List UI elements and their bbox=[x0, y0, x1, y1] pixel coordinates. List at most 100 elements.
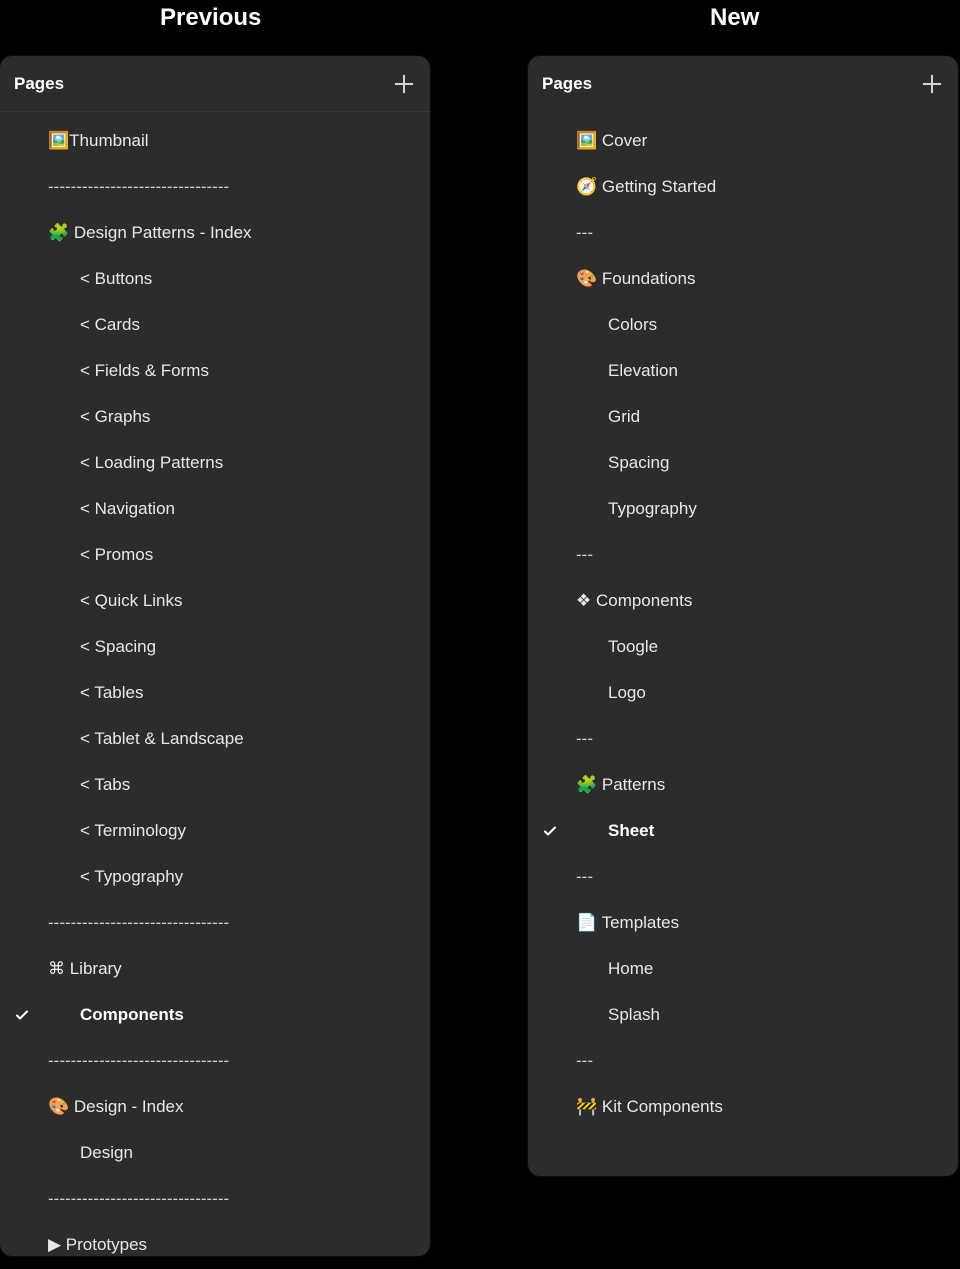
page-item[interactable]: < Loading Patterns bbox=[0, 440, 430, 486]
page-item-label: 🖼️ Cover bbox=[568, 131, 647, 151]
page-item-label: ▶ Prototypes bbox=[40, 1235, 147, 1255]
page-item[interactable]: Colors bbox=[528, 302, 958, 348]
page-item[interactable]: < Tablet & Landscape bbox=[0, 716, 430, 762]
page-item[interactable]: 🚧 Kit Components bbox=[528, 1084, 958, 1130]
page-item[interactable]: < Terminology bbox=[0, 808, 430, 854]
page-item-label: < Terminology bbox=[40, 821, 186, 841]
page-item[interactable]: 🎨 Foundations bbox=[528, 256, 958, 302]
pages-list-new: 🖼️ Cover 🧭 Getting Started --- 🎨 Foundation… bbox=[528, 112, 958, 1142]
page-item[interactable]: < Typography bbox=[0, 854, 430, 900]
page-item-label: < Graphs bbox=[40, 407, 150, 427]
page-item-label: Splash bbox=[568, 1005, 660, 1025]
pages-panel-new: Pages 🖼️ Cover 🧭 Getting Started --- 🎨 Foun… bbox=[528, 56, 958, 1176]
page-item[interactable]: 🖼️ Cover bbox=[528, 118, 958, 164]
page-item-label: < Spacing bbox=[40, 637, 156, 657]
page-item-label: 🚧 Kit Components bbox=[568, 1097, 723, 1117]
page-item-label: Spacing bbox=[568, 453, 669, 473]
page-item-label: < Buttons bbox=[40, 269, 152, 289]
panel-title: Pages bbox=[542, 74, 592, 94]
page-item[interactable]: < Tables bbox=[0, 670, 430, 716]
page-item-label: < Cards bbox=[40, 315, 140, 335]
page-item-label: --- bbox=[568, 729, 593, 749]
page-item-label: < Tablet & Landscape bbox=[40, 729, 244, 749]
page-item-label: Elevation bbox=[568, 361, 678, 381]
page-item[interactable]: Design bbox=[0, 1130, 430, 1176]
page-item[interactable]: ▶ Prototypes bbox=[0, 1222, 430, 1256]
page-item[interactable]: Toogle bbox=[528, 624, 958, 670]
page-item[interactable]: < Quick Links bbox=[0, 578, 430, 624]
page-item-label: 🧩 Design Patterns - Index bbox=[40, 223, 252, 243]
page-item-label: --- bbox=[568, 545, 593, 565]
page-item[interactable]: < Promos bbox=[0, 532, 430, 578]
page-item-label: < Tables bbox=[40, 683, 143, 703]
page-item-label: < Tabs bbox=[40, 775, 130, 795]
page-item[interactable]: Elevation bbox=[528, 348, 958, 394]
page-item-label: ❖ Components bbox=[568, 591, 692, 611]
panel-header: Pages bbox=[528, 56, 958, 112]
page-item[interactable]: 🧩 Patterns bbox=[528, 762, 958, 808]
page-item-label: < Typography bbox=[40, 867, 183, 887]
page-item-label: < Promos bbox=[40, 545, 153, 565]
page-item-label: Home bbox=[568, 959, 653, 979]
page-item[interactable]: Typography bbox=[528, 486, 958, 532]
comparison-stage: Previous New Pages 🖼️Thumbnail----------… bbox=[0, 0, 960, 1269]
page-divider: -------------------------------- bbox=[0, 164, 430, 210]
page-item[interactable]: < Fields & Forms bbox=[0, 348, 430, 394]
panel-header: Pages bbox=[0, 56, 430, 112]
page-item-label: 🎨 Foundations bbox=[568, 269, 695, 289]
column-title-new: New bbox=[710, 4, 759, 32]
page-divider: --- bbox=[528, 210, 958, 256]
page-item[interactable]: < Navigation bbox=[0, 486, 430, 532]
page-item[interactable]: ❖ Components bbox=[528, 578, 958, 624]
page-item-label: -------------------------------- bbox=[40, 177, 229, 197]
panel-title: Pages bbox=[14, 74, 64, 94]
page-item[interactable]: 🧭 Getting Started bbox=[528, 164, 958, 210]
check-icon bbox=[542, 823, 568, 839]
page-item[interactable]: < Tabs bbox=[0, 762, 430, 808]
page-item[interactable]: < Spacing bbox=[0, 624, 430, 670]
page-item[interactable]: Sheet bbox=[528, 808, 958, 854]
page-divider: -------------------------------- bbox=[0, 900, 430, 946]
page-item[interactable]: ⌘ Library bbox=[0, 946, 430, 992]
page-divider: -------------------------------- bbox=[0, 1176, 430, 1222]
page-item[interactable]: Spacing bbox=[528, 440, 958, 486]
page-divider: --- bbox=[528, 532, 958, 578]
pages-list-previous: 🖼️Thumbnail -----------------------------… bbox=[0, 112, 430, 1256]
add-page-button[interactable] bbox=[392, 72, 416, 96]
page-item-label: --- bbox=[568, 223, 593, 243]
page-item[interactable]: 📄 Templates bbox=[528, 900, 958, 946]
page-item[interactable]: Grid bbox=[528, 394, 958, 440]
page-item[interactable]: < Buttons bbox=[0, 256, 430, 302]
page-item-label: < Fields & Forms bbox=[40, 361, 209, 381]
page-item-label: --- bbox=[568, 1051, 593, 1071]
page-item[interactable]: 🎨 Design - Index bbox=[0, 1084, 430, 1130]
page-item-label: 📄 Templates bbox=[568, 913, 679, 933]
page-item-label: < Loading Patterns bbox=[40, 453, 223, 473]
page-item-label: Design bbox=[40, 1143, 133, 1163]
page-item[interactable]: Home bbox=[528, 946, 958, 992]
page-item-label: Sheet bbox=[568, 821, 654, 841]
add-page-button[interactable] bbox=[920, 72, 944, 96]
column-title-previous: Previous bbox=[160, 4, 261, 32]
page-item[interactable]: Logo bbox=[528, 670, 958, 716]
page-item-label: < Navigation bbox=[40, 499, 175, 519]
page-item-label: Grid bbox=[568, 407, 640, 427]
page-item[interactable]: 🖼️Thumbnail bbox=[0, 118, 430, 164]
page-divider: --- bbox=[528, 716, 958, 762]
page-item-label: Typography bbox=[568, 499, 697, 519]
pages-panel-previous: Pages 🖼️Thumbnail -----------------------… bbox=[0, 56, 430, 1256]
page-item[interactable]: < Cards bbox=[0, 302, 430, 348]
page-item[interactable]: 🧩 Design Patterns - Index bbox=[0, 210, 430, 256]
page-item[interactable]: < Graphs bbox=[0, 394, 430, 440]
page-item-label: -------------------------------- bbox=[40, 1051, 229, 1071]
page-item-label: < Quick Links bbox=[40, 591, 183, 611]
page-item[interactable]: Splash bbox=[528, 992, 958, 1038]
page-divider: -------------------------------- bbox=[0, 1038, 430, 1084]
page-item-label: Colors bbox=[568, 315, 657, 335]
page-item-label: Components bbox=[40, 1005, 184, 1025]
page-item-label: --- bbox=[568, 867, 593, 887]
page-item[interactable]: Components bbox=[0, 992, 430, 1038]
page-item-label: 🧭 Getting Started bbox=[568, 177, 716, 197]
page-item-label: Logo bbox=[568, 683, 646, 703]
check-icon bbox=[14, 1007, 40, 1023]
